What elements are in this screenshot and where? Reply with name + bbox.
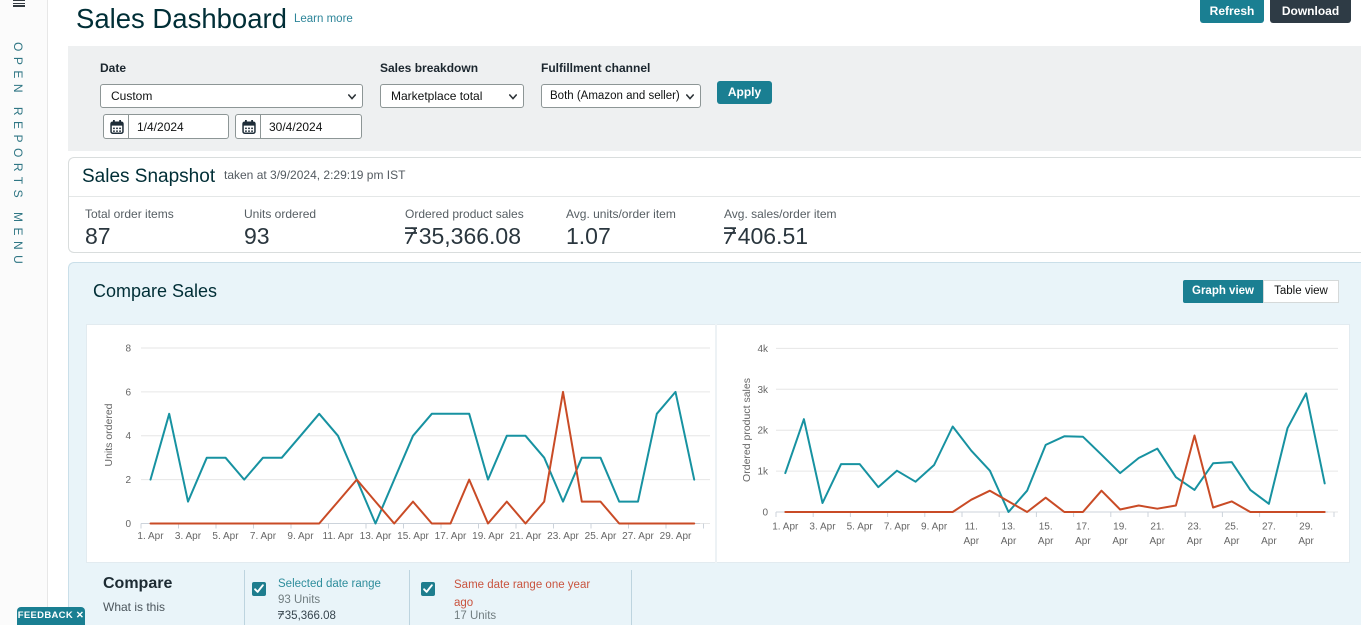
svg-text:Apr: Apr <box>1150 536 1166 547</box>
svg-text:13. Apr: 13. Apr <box>360 531 392 542</box>
svg-text:3. Apr: 3. Apr <box>175 531 202 542</box>
svg-text:4k: 4k <box>757 344 769 355</box>
svg-text:Apr: Apr <box>1261 536 1277 547</box>
svg-text:25. Apr: 25. Apr <box>585 531 617 542</box>
svg-text:Apr: Apr <box>1001 536 1017 547</box>
svg-text:1. Apr: 1. Apr <box>772 522 799 533</box>
svg-text:29. Apr: 29. Apr <box>660 531 692 542</box>
svg-text:11.: 11. <box>965 522 978 533</box>
svg-text:Apr: Apr <box>1112 536 1128 547</box>
svg-text:8: 8 <box>125 344 131 355</box>
svg-text:23.: 23. <box>1188 522 1202 533</box>
svg-text:1. Apr: 1. Apr <box>137 531 164 542</box>
svg-text:15. Apr: 15. Apr <box>397 531 429 542</box>
svg-text:Apr: Apr <box>964 536 980 547</box>
svg-text:7. Apr: 7. Apr <box>884 522 911 533</box>
svg-text:9. Apr: 9. Apr <box>921 522 948 533</box>
svg-text:25.: 25. <box>1225 522 1239 533</box>
svg-text:19.: 19. <box>1113 522 1127 533</box>
svg-text:9. Apr: 9. Apr <box>287 531 314 542</box>
svg-text:3k: 3k <box>757 385 769 396</box>
svg-text:23. Apr: 23. Apr <box>547 531 579 542</box>
svg-text:5. Apr: 5. Apr <box>212 531 239 542</box>
svg-text:15.: 15. <box>1039 522 1053 533</box>
svg-text:Apr: Apr <box>1187 536 1203 547</box>
svg-text:4: 4 <box>125 431 131 442</box>
svg-text:0: 0 <box>125 519 131 530</box>
svg-text:Apr: Apr <box>1224 536 1240 547</box>
svg-text:11. Apr: 11. Apr <box>323 531 355 542</box>
svg-text:1k: 1k <box>757 467 769 478</box>
svg-text:17.: 17. <box>1076 522 1090 533</box>
svg-text:2: 2 <box>125 475 131 486</box>
svg-text:Apr: Apr <box>1075 536 1091 547</box>
svg-text:5. Apr: 5. Apr <box>847 522 874 533</box>
svg-text:6: 6 <box>125 387 131 398</box>
svg-text:17. Apr: 17. Apr <box>435 531 467 542</box>
svg-text:21.: 21. <box>1150 522 1164 533</box>
svg-text:Units ordered: Units ordered <box>103 403 115 466</box>
svg-text:7. Apr: 7. Apr <box>250 531 277 542</box>
svg-text:Apr: Apr <box>1038 536 1054 547</box>
svg-text:2k: 2k <box>757 426 769 437</box>
svg-text:Apr: Apr <box>1298 536 1314 547</box>
svg-text:13.: 13. <box>1002 522 1016 533</box>
svg-text:21. Apr: 21. Apr <box>510 531 542 542</box>
svg-text:Ordered product sales: Ordered product sales <box>741 378 753 482</box>
svg-text:3. Apr: 3. Apr <box>809 522 836 533</box>
svg-text:19. Apr: 19. Apr <box>472 531 504 542</box>
svg-text:0: 0 <box>762 508 768 519</box>
svg-text:29.: 29. <box>1299 522 1313 533</box>
svg-text:27.: 27. <box>1262 522 1276 533</box>
svg-text:27. Apr: 27. Apr <box>622 531 654 542</box>
